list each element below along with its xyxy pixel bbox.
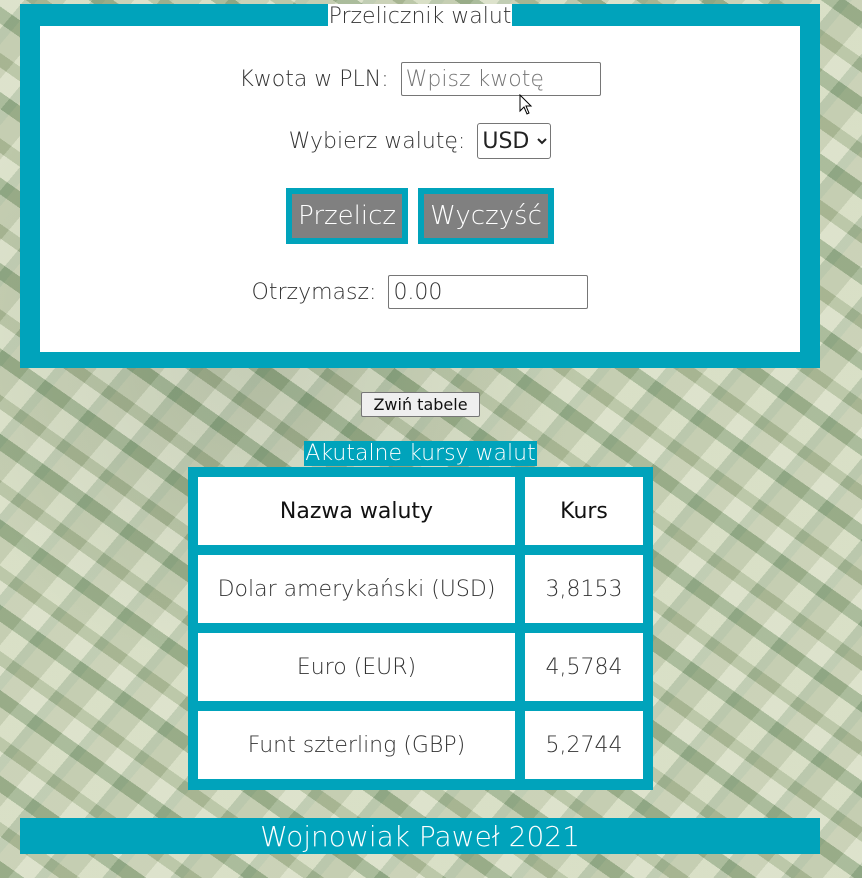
- footer: Wojnowiak Paweł 2021: [20, 818, 820, 854]
- collapse-table-button[interactable]: Zwiń tabele: [361, 392, 480, 417]
- header-currency-name: Nazwa waluty: [198, 477, 525, 555]
- table-row: Funt szterling (GBP) 5,2744: [198, 711, 643, 779]
- currency-rate-cell: 5,2744: [525, 711, 643, 779]
- currency-name-cell: Euro (EUR): [198, 633, 525, 711]
- result-label: Otrzymasz:: [251, 279, 377, 305]
- table-header-row: Nazwa waluty Kurs: [198, 477, 643, 555]
- converter-form: Kwota w PLN: Wybierz walutę: USD Przelic…: [40, 26, 800, 352]
- amount-row: Kwota w PLN:: [40, 61, 800, 97]
- currency-name-cell: Dolar amerykański (USD): [198, 555, 525, 633]
- converter-panel: Przelicznik walut Kwota w PLN: Wybierz w…: [20, 4, 820, 368]
- clear-button[interactable]: Wyczyść: [418, 188, 554, 244]
- currency-row: Wybierz walutę: USD: [40, 122, 800, 160]
- rates-table: Nazwa waluty Kurs Dolar amerykański (USD…: [198, 477, 643, 779]
- buttons-row: Przelicz Wyczyść: [40, 188, 800, 244]
- currency-rate-cell: 3,8153: [525, 555, 643, 633]
- rates-panel: Akutalne kursy walut Nazwa waluty Kurs D…: [188, 440, 653, 790]
- currency-label: Wybierz walutę:: [288, 128, 466, 154]
- currency-select[interactable]: USD: [477, 123, 552, 159]
- rates-legend: Akutalne kursy walut: [188, 440, 653, 468]
- header-rate: Kurs: [525, 477, 643, 555]
- mouse-pointer-icon: [519, 94, 533, 115]
- table-row: Dolar amerykański (USD) 3,8153: [198, 555, 643, 633]
- calculate-button[interactable]: Przelicz: [286, 188, 409, 244]
- result-row: Otrzymasz:: [40, 274, 800, 310]
- table-row: Euro (EUR) 4,5784: [198, 633, 643, 711]
- currency-name-cell: Funt szterling (GBP): [198, 711, 525, 779]
- result-field[interactable]: [388, 275, 589, 309]
- amount-input[interactable]: [400, 62, 601, 96]
- rates-title: Akutalne kursy walut: [304, 441, 537, 466]
- rates-table-container: Nazwa waluty Kurs Dolar amerykański (USD…: [188, 467, 653, 790]
- amount-label: Kwota w PLN:: [239, 66, 389, 92]
- currency-rate-cell: 4,5784: [525, 633, 643, 711]
